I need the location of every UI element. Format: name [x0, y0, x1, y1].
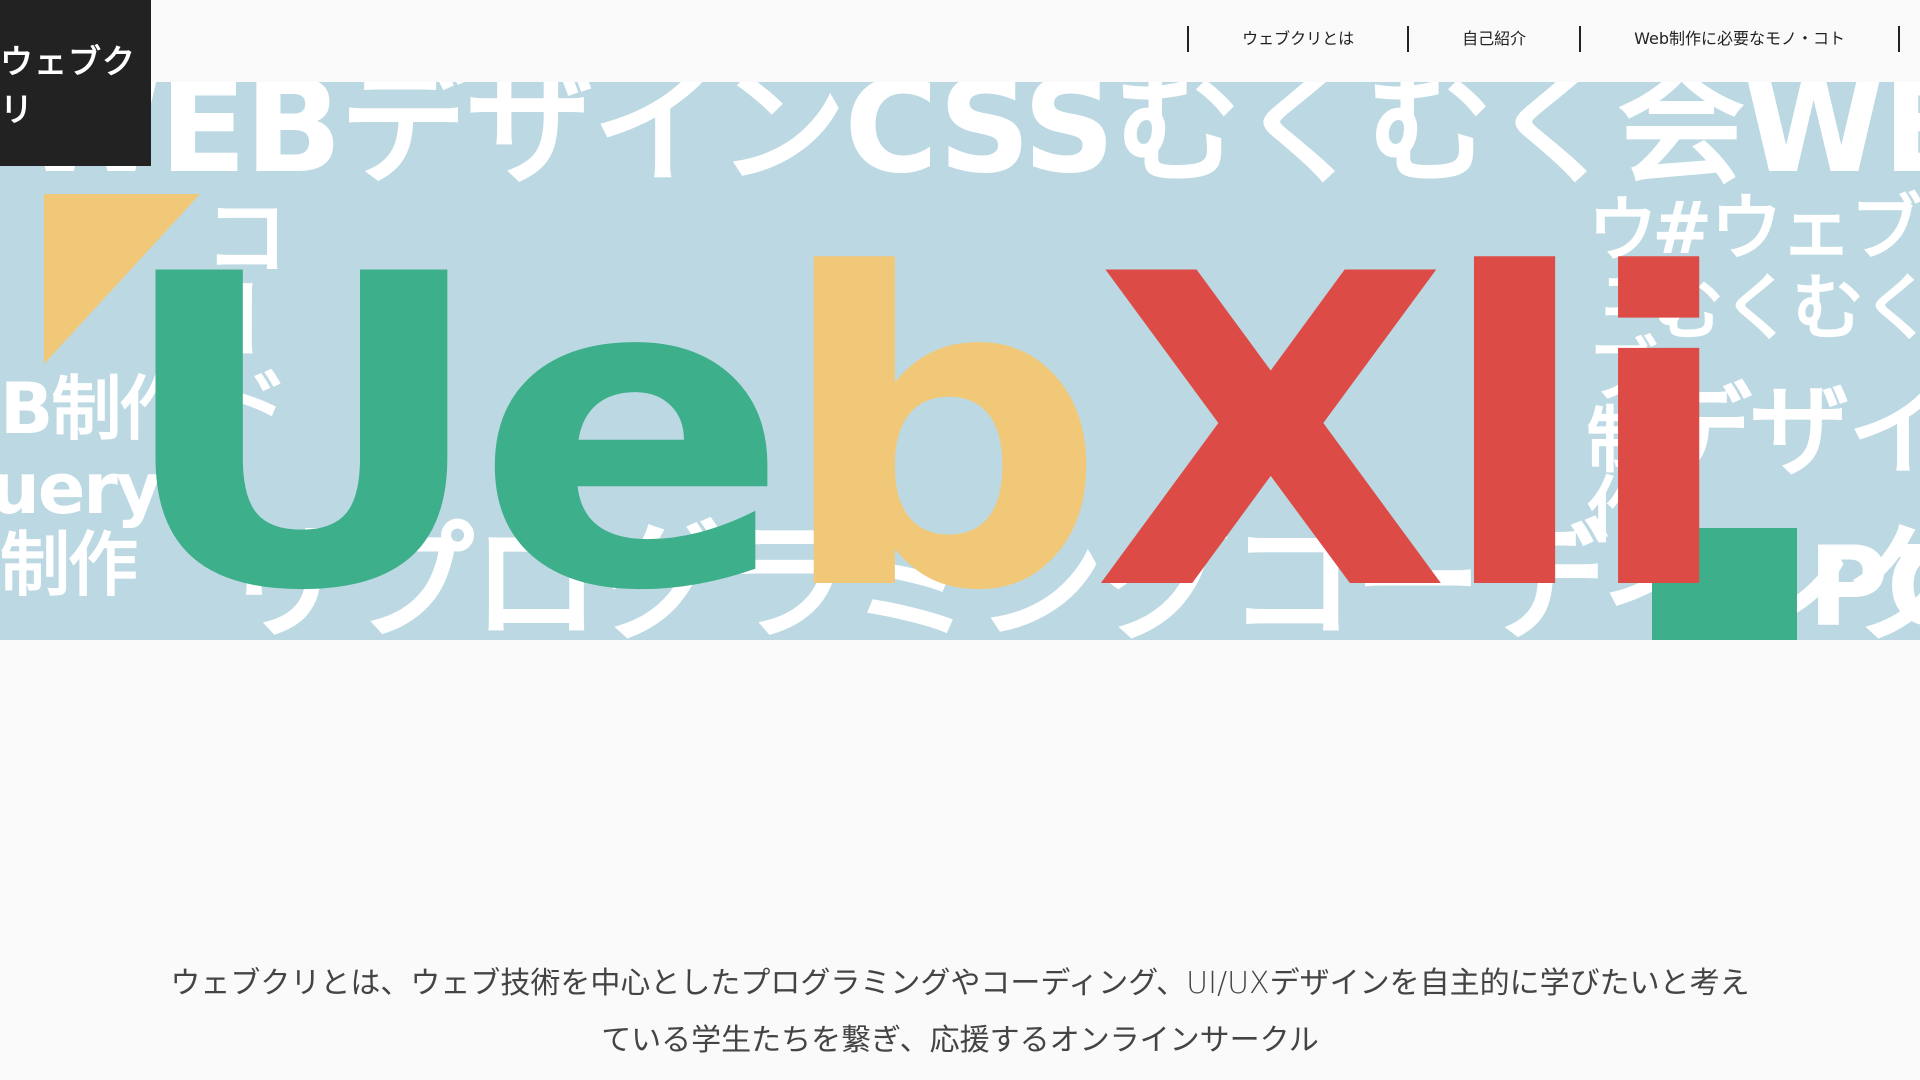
hero-headline-letter: X: [1092, 185, 1450, 640]
hero-headline-letter: e: [474, 185, 790, 640]
intro-description-line-1: ウェブクリとは、ウェブ技術を中心としたプログラミングやコーディング、UI/UXデ…: [170, 966, 1750, 1001]
hero-headline-letter: U: [112, 185, 490, 640]
hero-headline-letter: l: [1434, 185, 1594, 640]
nav-link-profile[interactable]: 自己紹介: [1409, 24, 1579, 54]
intro-description: ウェブクリとは、ウェブ技術を中心としたプログラミングやコーディング、UI/UXデ…: [0, 955, 1920, 1069]
hero-headline: UebXli: [0, 167, 1920, 640]
hero-headline-letter: i: [1579, 185, 1738, 640]
global-nav: ウェブクリとは 自己紹介 Web制作に必要なモノ・コト: [1187, 24, 1900, 54]
intro-description-line-2: ている学生たちを繋ぎ、応援するオンラインサークル: [601, 1023, 1319, 1058]
logo-text: ウェブクリ: [0, 42, 136, 129]
nav-divider: [1898, 26, 1900, 52]
nav-link-essentials[interactable]: Web制作に必要なモノ・コト: [1581, 24, 1898, 54]
nav-link-about[interactable]: ウェブクリとは: [1189, 24, 1407, 54]
hero-headline-letter: b: [774, 185, 1107, 640]
hero-visual: WEBデザインCSSむくむく会WEB制 リプログラミングコーディング B制作 u…: [0, 82, 1920, 640]
site-logo[interactable]: ウェブクリ: [0, 0, 151, 166]
